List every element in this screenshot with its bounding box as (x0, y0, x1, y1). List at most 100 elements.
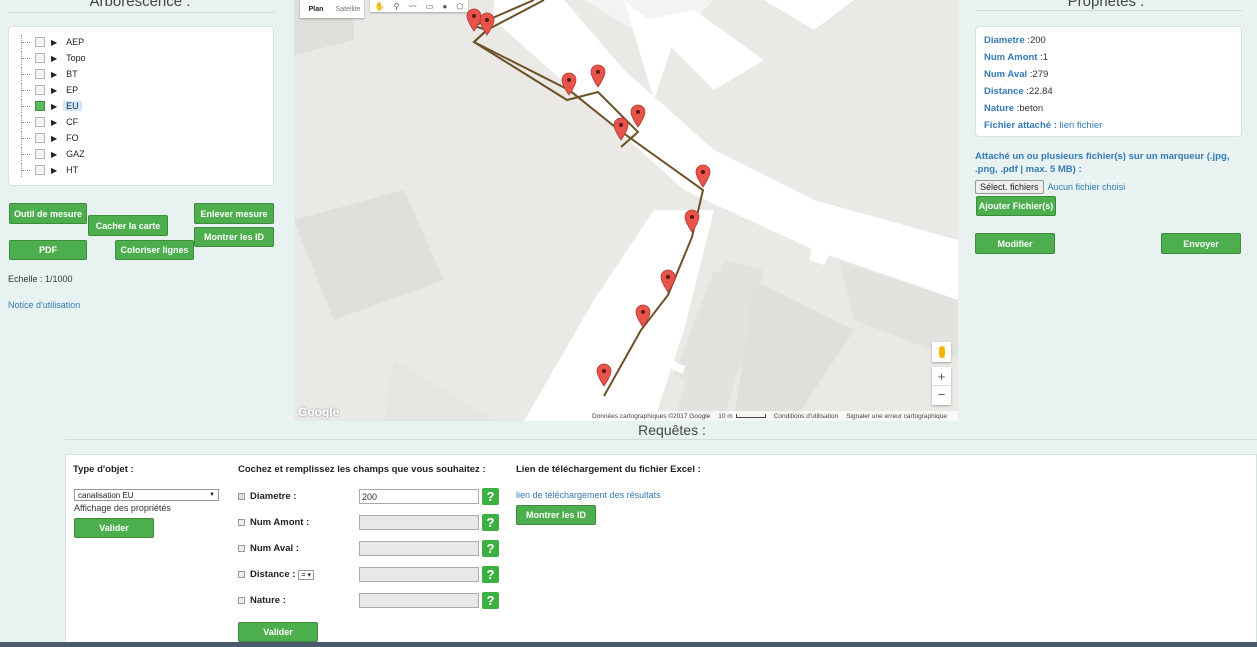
hand-icon[interactable]: ✋ (375, 2, 385, 11)
tree-connector (21, 35, 35, 49)
query-field-input[interactable] (359, 567, 479, 582)
help-icon[interactable]: ? (482, 514, 499, 531)
map-footer: Données cartographiques ©2017 Google 10 … (590, 411, 958, 421)
validate-type-button[interactable]: Valider (74, 518, 154, 538)
colorize-lines-button[interactable]: Coloriser lignes (115, 240, 194, 260)
report-error-link[interactable]: Signaler une erreur cartographique (846, 413, 947, 420)
layer-checkbox[interactable] (35, 53, 45, 63)
help-icon[interactable]: ? (482, 566, 499, 583)
zoom-out-button[interactable]: − (932, 386, 951, 405)
field-checkbox[interactable] (238, 545, 245, 552)
expand-icon[interactable]: ▶ (51, 86, 57, 95)
map-marker-icon[interactable] (684, 209, 700, 233)
tree-connector (21, 83, 35, 97)
tree-item-topo[interactable]: ▶ Topo (21, 51, 89, 65)
terms-link[interactable]: Conditions d'utilisation (774, 413, 838, 420)
map-marker-icon[interactable] (596, 363, 612, 387)
tree-item-ht[interactable]: ▶ HT (21, 163, 81, 177)
user-guide-link[interactable]: Notice d'utilisation (8, 300, 80, 310)
map-type-control: Plan Satellite (300, 0, 364, 18)
map-marker-icon[interactable] (635, 304, 651, 328)
remove-measure-button[interactable]: Enlever mesure (194, 203, 274, 224)
layer-checkbox[interactable] (35, 133, 45, 143)
select-files-button[interactable]: Sélect. fichiers (975, 180, 1044, 194)
tab-plan[interactable]: Plan (300, 6, 332, 13)
expand-icon[interactable]: ▶ (51, 54, 57, 63)
tree-connector (21, 147, 35, 161)
rectangle-icon[interactable]: ▭ (426, 2, 434, 11)
property-row: Distance :22.84 (984, 86, 1053, 97)
show-ids-button[interactable]: Montrer les ID (194, 227, 274, 247)
map-marker-icon[interactable] (630, 104, 646, 128)
map-marker-icon[interactable] (561, 72, 577, 96)
expand-icon[interactable]: ▶ (51, 166, 57, 175)
excel-download-link[interactable]: lien de téléchargement des résultats (516, 490, 661, 500)
map[interactable]: Plan Satellite ✋ ⚲ 〰 ▭ ● ⬠ + − Google Do… (294, 0, 958, 421)
field-checkbox[interactable] (238, 597, 245, 604)
zoom-in-button[interactable]: + (932, 367, 951, 386)
help-icon[interactable]: ? (482, 488, 499, 505)
file-picker: Sélect. fichiers Aucun fichier choisi (975, 180, 1125, 194)
circle-icon[interactable]: ● (442, 2, 447, 11)
map-marker-icon[interactable] (479, 12, 495, 36)
tree-item-ep[interactable]: ▶ EP (21, 83, 81, 97)
send-button[interactable]: Envoyer (1161, 233, 1241, 254)
properties-title: Propriétés : (1067, 0, 1145, 10)
layer-checkbox[interactable] (35, 85, 45, 95)
show-ids-button-results[interactable]: Montrer les ID (516, 505, 596, 525)
map-marker-icon[interactable] (660, 269, 676, 293)
tab-satellite[interactable]: Satellite (332, 6, 364, 13)
tree-item-label: CF (66, 117, 79, 127)
marker-tool-icon[interactable]: ⚲ (394, 2, 400, 11)
expand-icon[interactable]: ▶ (51, 118, 57, 127)
operator-select[interactable]: = ▾ (298, 569, 314, 580)
hide-map-button[interactable]: Cacher la carte (88, 215, 168, 236)
tree-item-bt[interactable]: ▶ BT (21, 67, 81, 81)
attached-file-row: Fichier attaché : lien fichier (984, 120, 1103, 131)
divider (8, 12, 274, 13)
query-field-label: Distance : = ▾ (238, 569, 314, 580)
help-icon[interactable]: ? (482, 540, 499, 557)
layer-checkbox[interactable] (35, 69, 45, 79)
layer-checkbox[interactable] (35, 101, 45, 111)
query-field-input[interactable] (359, 515, 479, 530)
query-field-input[interactable]: 200 (359, 489, 479, 504)
scale-bar: 10 m (718, 413, 766, 420)
expand-icon[interactable]: ▶ (51, 134, 57, 143)
expand-icon[interactable]: ▶ (51, 70, 57, 79)
polygon-icon[interactable]: ⬠ (456, 2, 463, 11)
expand-icon[interactable]: ▶ (51, 150, 57, 159)
layer-checkbox[interactable] (35, 37, 45, 47)
help-icon[interactable]: ? (482, 592, 499, 609)
map-marker-icon[interactable] (613, 117, 629, 141)
map-marker-icon[interactable] (590, 64, 606, 88)
field-checkbox[interactable] (238, 571, 245, 578)
tree-item-cf[interactable]: ▶ CF (21, 115, 81, 129)
tree-item-gaz[interactable]: ▶ GAZ (21, 147, 88, 161)
layer-checkbox[interactable] (35, 117, 45, 127)
modify-button[interactable]: Modifier (975, 233, 1055, 254)
query-field-input[interactable] (359, 541, 479, 556)
layer-checkbox[interactable] (35, 165, 45, 175)
zoom-control: + − (932, 367, 951, 405)
properties-display-text: Affichage des propriétés (74, 503, 171, 513)
query-field-input[interactable] (359, 593, 479, 608)
add-files-button[interactable]: Ajouter Fichier(s) (976, 196, 1056, 216)
measure-tool-button[interactable]: Outil de mesure (9, 203, 87, 224)
tree-item-eu[interactable]: ▶ EU (21, 99, 82, 113)
google-logo: Google (298, 405, 340, 419)
map-marker-icon[interactable] (695, 164, 711, 188)
pdf-button[interactable]: PDF (9, 240, 87, 260)
expand-icon[interactable]: ▶ (51, 38, 57, 47)
tree-item-aep[interactable]: ▶ AEP (21, 35, 87, 49)
object-type-select[interactable]: canalisation EU ▼ (74, 489, 219, 501)
field-checkbox[interactable] (238, 519, 245, 526)
polyline-icon[interactable]: 〰 (409, 1, 417, 12)
validate-query-button[interactable]: Valider (238, 622, 318, 642)
pegman-icon[interactable] (932, 342, 951, 362)
file-link[interactable]: lien fichier (1060, 120, 1103, 131)
layer-checkbox[interactable] (35, 149, 45, 159)
expand-icon[interactable]: ▶ (51, 102, 57, 111)
field-checkbox[interactable] (238, 493, 245, 500)
tree-item-fo[interactable]: ▶ FO (21, 131, 82, 145)
